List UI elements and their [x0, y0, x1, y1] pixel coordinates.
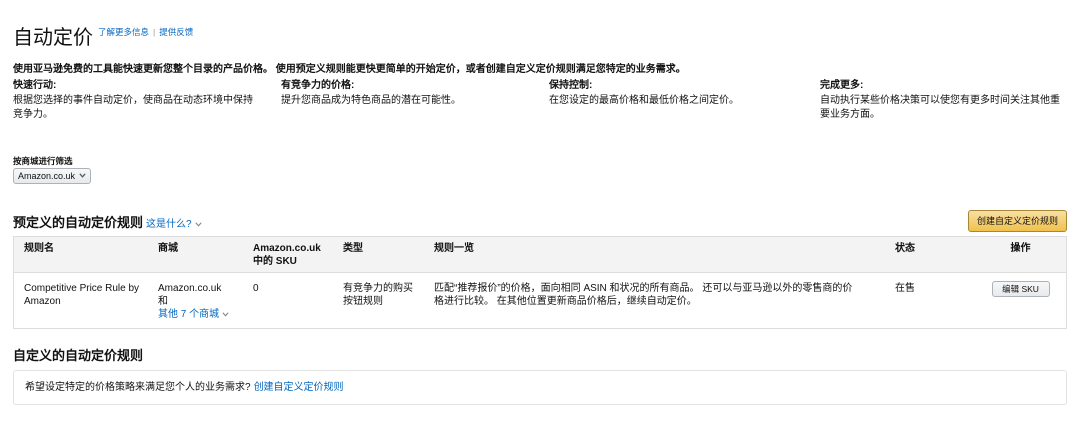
- feature-title: 保持控制:: [549, 80, 593, 91]
- feature-competitive-price: 有竞争力的价格: 提升您商品成为特色商品的潜在可能性。: [281, 79, 525, 108]
- intro-text: 使用亚马逊免费的工具能快速更新您整个目录的产品价格。 使用预定义规则能更快更简单…: [13, 64, 686, 75]
- predefined-rules-table: 规则名 商城 Amazon.co.uk 中的 SKU 类型 规则一览 状态 操作…: [13, 236, 1067, 329]
- chevron-down-icon[interactable]: [194, 222, 202, 227]
- feature-title: 有竞争力的价格:: [281, 80, 355, 91]
- rule-name: Competitive Price Rule by Amazon: [24, 283, 140, 307]
- column-header-type: 类型: [343, 243, 363, 254]
- marketplace-filter-value: Amazon.co.uk: [18, 171, 76, 181]
- custom-rules-prompt: 希望设定特定的价格策略来满足您个人的业务需求?: [25, 382, 251, 393]
- marketplace-filter-select[interactable]: Amazon.co.uk: [13, 168, 91, 184]
- chevron-down-icon[interactable]: [222, 312, 229, 317]
- rule-status: 在售: [895, 283, 915, 294]
- rule-type: 有竞争力的购买按钮规则: [343, 283, 413, 307]
- custom-rules-heading: 自定义的自动定价规则: [13, 348, 144, 363]
- feature-do-more: 完成更多: 自动执行某些价格决策可以使您有更多时间关注其他重要业务方面。: [820, 79, 1064, 122]
- marketplace-conjunction: 和: [158, 296, 168, 307]
- predefined-rules-title: 预定义的自动定价规则: [13, 215, 144, 230]
- other-marketplaces-label: 其他 7 个商城: [158, 309, 220, 320]
- feature-title: 快速行动:: [13, 80, 57, 91]
- table-header-row: 规则名 商城 Amazon.co.uk 中的 SKU 类型 规则一览 状态 操作: [14, 237, 1066, 273]
- column-header-rule-name: 规则名: [24, 243, 54, 254]
- page-title: 自动定价: [13, 27, 93, 49]
- predefined-rules-heading: 预定义的自动定价规则 这是什么?: [13, 215, 202, 233]
- feature-description: 提升您商品成为特色商品的潜在可能性。: [281, 95, 461, 106]
- feature-title: 完成更多:: [820, 80, 864, 91]
- feedback-link[interactable]: 提供反馈: [159, 27, 193, 37]
- feature-description: 在您设定的最高价格和最低价格之间定价。: [549, 95, 739, 106]
- header-links: 了解更多信息 | 提供反馈: [98, 27, 193, 37]
- sku-count: 0: [253, 283, 259, 294]
- feature-description: 根据您选择的事件自动定价，使商品在动态环境中保持竞争力。: [13, 95, 253, 120]
- create-custom-rule-link[interactable]: 创建自定义定价规则: [254, 382, 344, 393]
- column-header-actions: 操作: [1010, 243, 1031, 254]
- table-row: Competitive Price Rule by Amazon Amazon.…: [14, 273, 1066, 328]
- what-is-this-link[interactable]: 这是什么?: [146, 219, 202, 230]
- other-marketplaces-toggle[interactable]: 其他 7 个商城: [158, 308, 239, 321]
- learn-more-link[interactable]: 了解更多信息: [98, 27, 149, 37]
- create-custom-rule-button[interactable]: 创建自定义定价规则: [968, 210, 1067, 232]
- marketplace-primary: Amazon.co.uk: [158, 283, 222, 294]
- chevron-down-icon: [79, 173, 86, 178]
- marketplace-filter-label: 按商城进行筛选: [13, 156, 73, 166]
- column-header-status: 状态: [895, 243, 915, 254]
- feature-quick-action: 快速行动: 根据您选择的事件自动定价，使商品在动态环境中保持竞争力。: [13, 79, 257, 122]
- rule-summary: 匹配“推荐报价”的价格，面向相同 ASIN 和状况的所有商品。 还可以与亚马逊以…: [434, 283, 853, 307]
- marketplace-cell: Amazon.co.uk 和 其他 7 个商城: [148, 273, 243, 328]
- column-header-marketplace: 商城: [158, 243, 178, 254]
- link-separator: |: [153, 27, 156, 37]
- feature-keep-control: 保持控制: 在您设定的最高价格和最低价格之间定价。: [549, 79, 793, 108]
- column-header-summary: 规则一览: [434, 243, 474, 254]
- custom-rules-panel: 希望设定特定的价格策略来满足您个人的业务需求? 创建自定义定价规则: [13, 370, 1067, 405]
- edit-sku-button[interactable]: 编辑 SKU: [991, 281, 1050, 297]
- actions-cell: 编辑 SKU: [975, 273, 1066, 328]
- feature-description: 自动执行某些价格决策可以使您有更多时间关注其他重要业务方面。: [820, 95, 1060, 120]
- what-is-this-label: 这是什么?: [146, 219, 192, 230]
- column-header-sku: Amazon.co.uk 中的 SKU: [253, 243, 321, 267]
